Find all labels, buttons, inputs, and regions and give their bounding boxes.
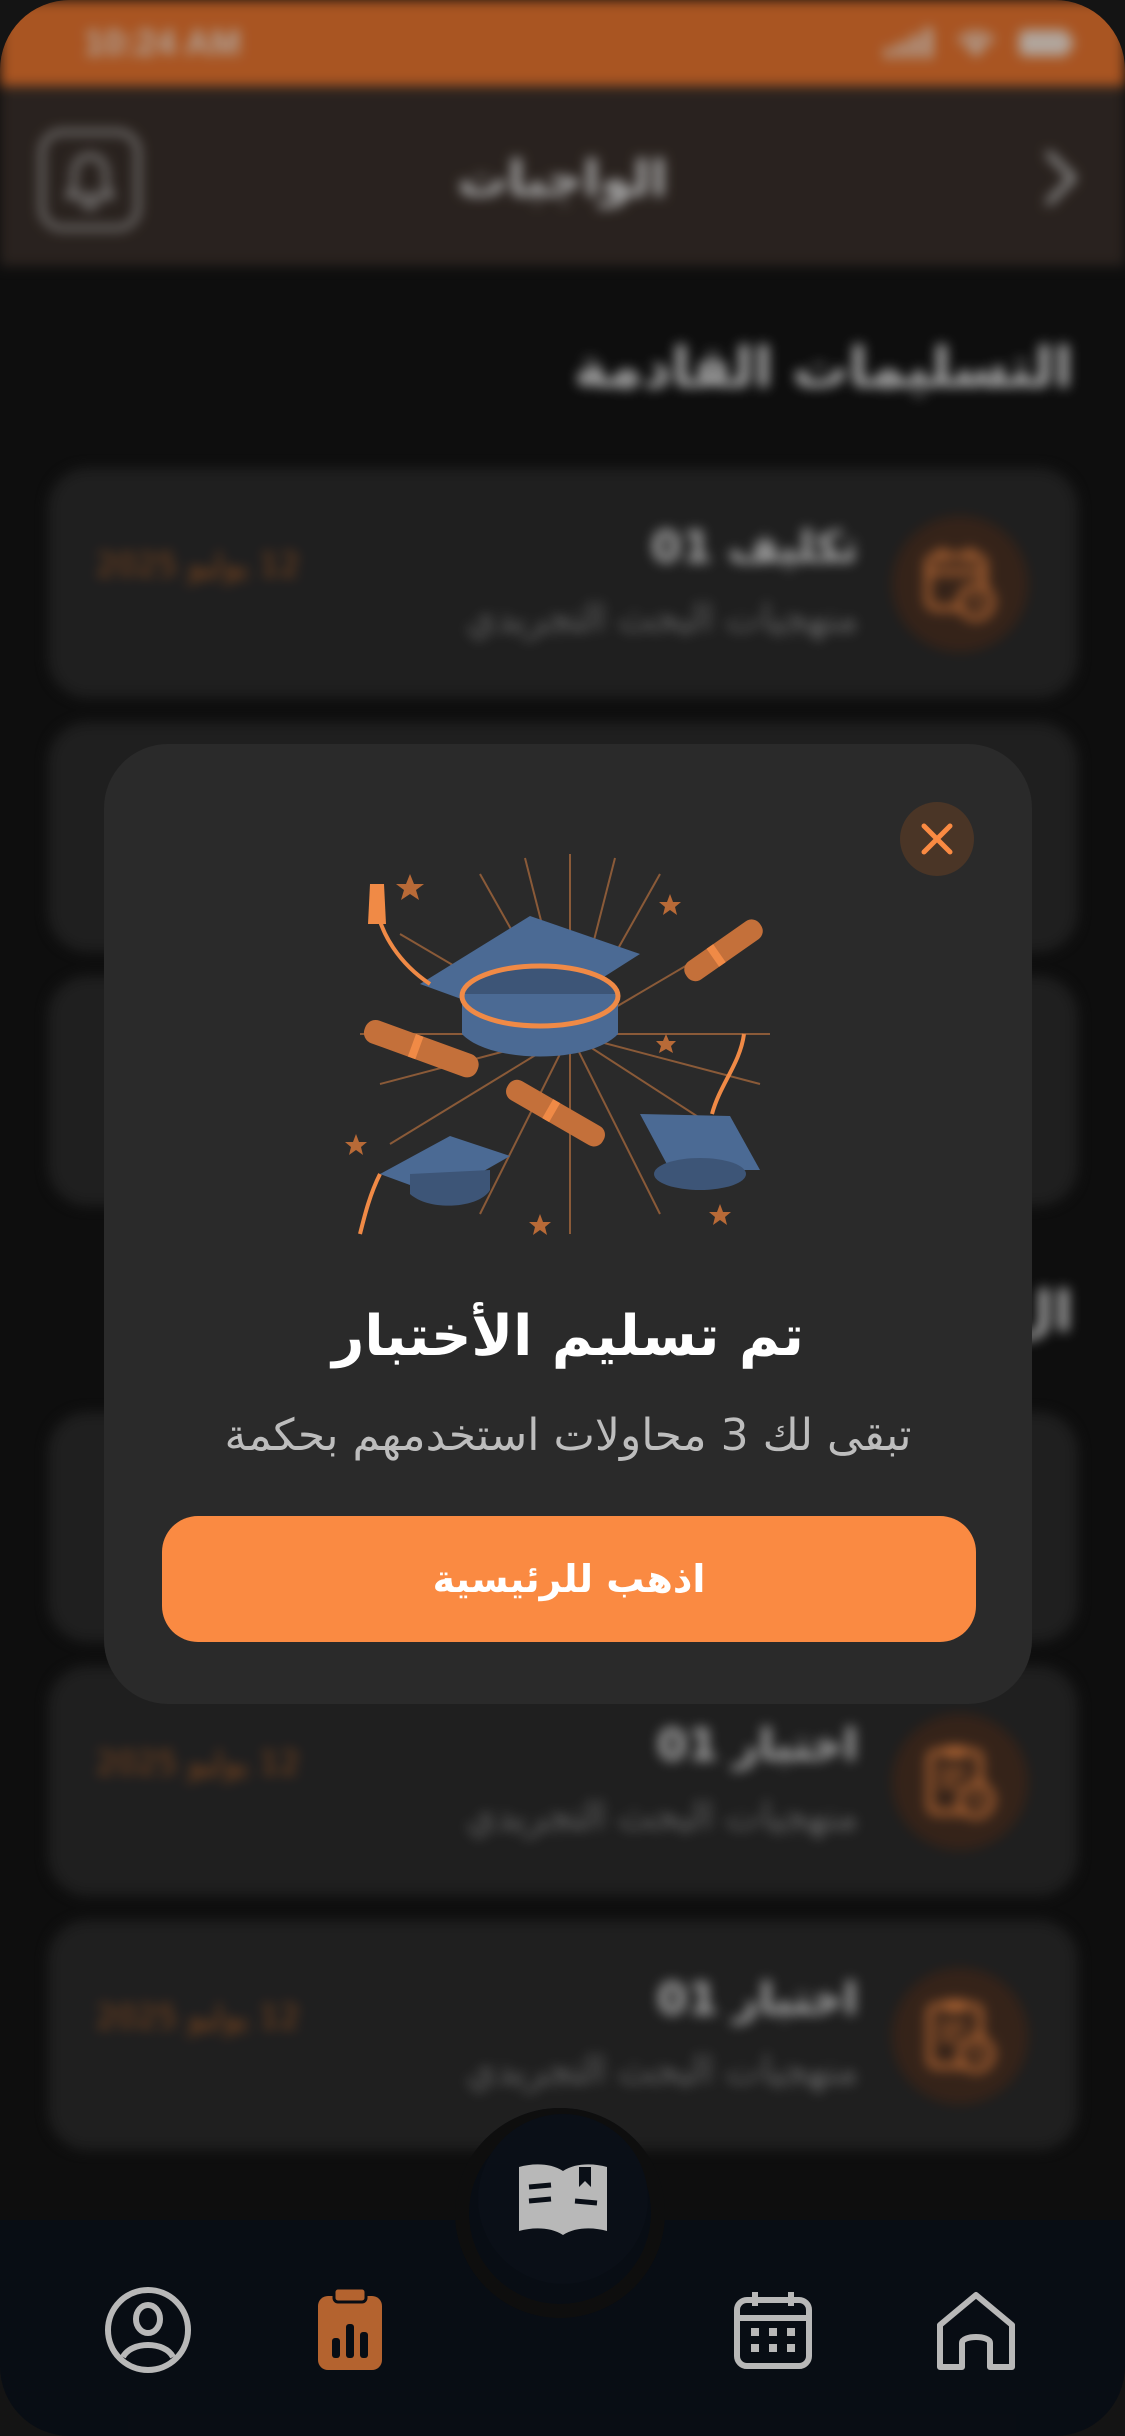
modal-title: تم تسليم الأختبار — [332, 1304, 804, 1369]
close-icon — [921, 823, 953, 855]
close-button[interactable] — [900, 802, 974, 876]
submission-success-modal: تم تسليم الأختبار تبقى لك 3 محاولات استخ… — [104, 744, 1032, 1704]
phone-screen: 10:24 AM الواجبات التسليمات القادمة ال ت… — [0, 0, 1125, 2436]
graduation-caps-illustration — [345, 854, 770, 1235]
go-home-button[interactable]: اذهب للرئيسية — [162, 1516, 976, 1642]
modal-subtitle: تبقى لك 3 محاولات استخدمهم بحكمة — [224, 1410, 912, 1461]
